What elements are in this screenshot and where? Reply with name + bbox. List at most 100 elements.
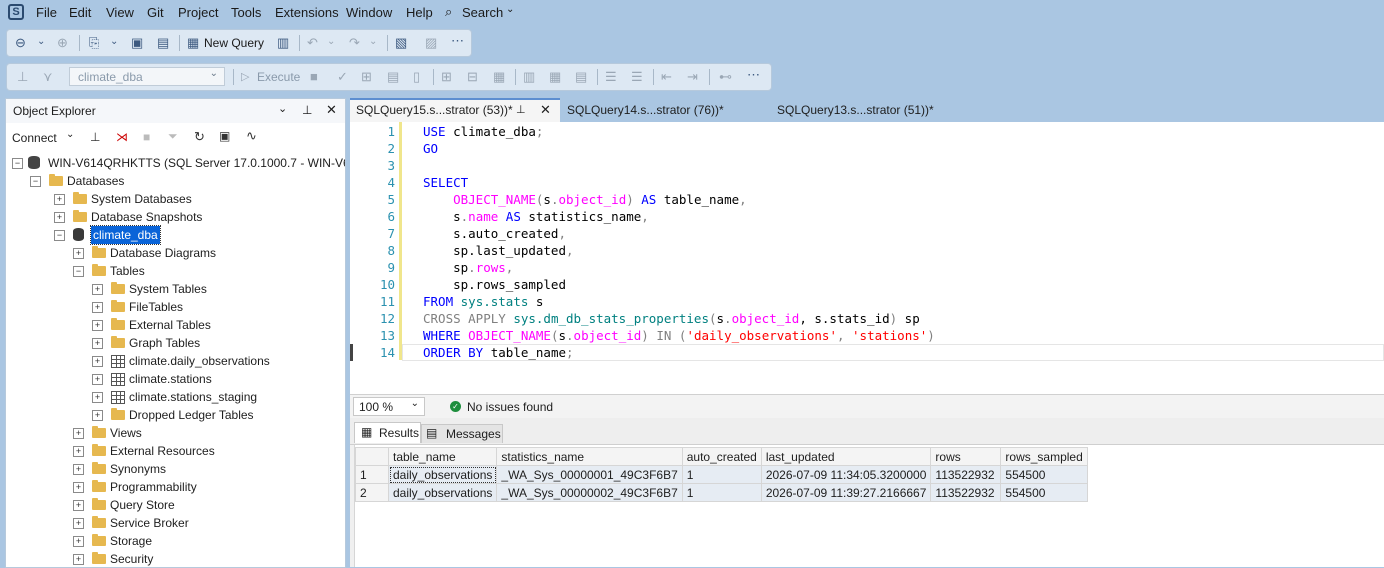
table-cell[interactable]: 2026-07-09 11:39:27.2166667	[760, 483, 932, 502]
results-text-icon[interactable]: ▥	[523, 69, 535, 85]
tree-system-databases[interactable]: + System Databases	[6, 190, 345, 208]
expand-icon[interactable]: +	[73, 248, 84, 259]
menu-file[interactable]: File	[36, 5, 57, 20]
connect-object-icon[interactable]: ⊥	[90, 130, 100, 144]
column-header[interactable]: rows_sampled	[1000, 447, 1088, 466]
activity-monitor-icon[interactable]: ▧	[395, 35, 407, 51]
undo-icon[interactable]: ↶	[307, 35, 318, 51]
results-grid-icon[interactable]: ▦	[549, 69, 561, 85]
tab-sqlquery13[interactable]: SQLQuery13.s...strator (51))*	[770, 98, 980, 122]
tree-graph-tables[interactable]: + Graph Tables	[6, 334, 345, 352]
expand-icon[interactable]: +	[92, 392, 103, 403]
chevron-down-icon[interactable]: ⌄	[37, 34, 45, 50]
column-header[interactable]: rows	[930, 447, 1002, 466]
tree-climate-dba[interactable]: − climate_dba	[6, 225, 345, 245]
column-header[interactable]: table_name	[387, 447, 498, 466]
check-icon[interactable]: ✓	[337, 69, 348, 85]
tree-table-daily-observations[interactable]: + climate.daily_observations	[6, 352, 345, 370]
tree-service-broker[interactable]: + Service Broker	[6, 514, 345, 532]
table-cell[interactable]: daily_observations	[387, 465, 498, 484]
search-menu[interactable]: Search	[462, 5, 503, 20]
tab-messages[interactable]: ▤ Messages	[421, 424, 503, 443]
client-stats-icon[interactable]: ▦	[493, 69, 505, 85]
intellisense-icon[interactable]: ▯	[413, 69, 420, 85]
tree-storage[interactable]: + Storage	[6, 532, 345, 550]
filter-icon[interactable]: ⏷	[168, 129, 178, 144]
tree-programmability[interactable]: + Programmability	[6, 478, 345, 496]
uncomment-icon[interactable]: ☰	[631, 69, 643, 85]
tree-system-tables[interactable]: + System Tables	[6, 280, 345, 298]
pin-icon[interactable]: ⊥	[302, 103, 312, 117]
collapse-icon[interactable]: −	[30, 176, 41, 187]
menu-project[interactable]: Project	[178, 5, 218, 20]
expand-icon[interactable]: +	[73, 518, 84, 529]
row-number[interactable]: 2	[355, 483, 389, 502]
expand-icon[interactable]: +	[54, 212, 65, 223]
tree-external-tables[interactable]: + External Tables	[6, 316, 345, 334]
summary-icon[interactable]: ▣	[219, 129, 230, 143]
table-cell[interactable]: 1	[681, 483, 762, 502]
tree-synonyms[interactable]: + Synonyms	[6, 460, 345, 478]
refresh-icon[interactable]: ↻	[194, 129, 205, 145]
menu-window[interactable]: Window	[346, 5, 392, 20]
expand-icon[interactable]: +	[73, 500, 84, 511]
close-icon[interactable]: ✕	[540, 98, 551, 122]
row-number[interactable]: 1	[355, 465, 389, 484]
tree-query-store[interactable]: + Query Store	[6, 496, 345, 514]
query-file-icon[interactable]: ▥	[277, 35, 289, 51]
expand-icon[interactable]: +	[73, 482, 84, 493]
column-header[interactable]: last_updated	[760, 447, 932, 466]
expand-icon[interactable]: +	[73, 428, 84, 439]
expand-icon[interactable]: +	[73, 536, 84, 547]
close-icon[interactable]: ✕	[326, 102, 337, 118]
indent-icon[interactable]: ⇥	[687, 69, 698, 85]
play-icon[interactable]: ▷	[241, 69, 249, 85]
table-cell[interactable]: _WA_Sys_00000002_49C3F6B7	[496, 483, 683, 502]
activity-icon[interactable]: ∿	[246, 128, 257, 144]
tree-databases[interactable]: − Databases	[6, 172, 345, 190]
table-row[interactable]: 1 daily_observations _WA_Sys_00000001_49…	[355, 465, 1088, 484]
save-all-icon[interactable]: ▤	[157, 35, 169, 51]
pin-icon[interactable]: ⊥	[516, 98, 526, 122]
table-cell[interactable]: 113522932	[930, 465, 1002, 484]
execute-button[interactable]: Execute	[257, 70, 300, 84]
actual-plan-icon[interactable]: ⊞	[441, 69, 452, 85]
save-icon[interactable]: ▣	[131, 35, 143, 51]
expand-icon[interactable]: +	[92, 338, 103, 349]
new-file-icon[interactable]: ⎘	[89, 35, 99, 51]
table-row[interactable]: 2 daily_observations _WA_Sys_00000002_49…	[355, 483, 1088, 502]
zoom-select[interactable]: 100 % ⌄	[353, 397, 425, 416]
table-cell[interactable]: 554500	[1000, 483, 1088, 502]
search-icon[interactable]: ⌕	[445, 4, 452, 20]
expand-icon[interactable]: +	[92, 284, 103, 295]
more-icon[interactable]: ⋯	[747, 67, 760, 83]
collapse-icon[interactable]: −	[54, 230, 65, 241]
expand-icon[interactable]: +	[54, 194, 65, 205]
chevron-down-icon[interactable]: ⌄	[327, 34, 335, 50]
register-server-icon[interactable]: ▨	[425, 35, 437, 51]
expand-icon[interactable]: +	[73, 554, 84, 565]
issues-status[interactable]: No issues found	[467, 400, 553, 414]
sql-editor[interactable]: 1 USE climate_dba; 2 GO 3 4 SELECT 5 OBJECT…	[350, 122, 1384, 394]
menu-edit[interactable]: Edit	[69, 5, 91, 20]
tree-dropped-ledger-tables[interactable]: + Dropped Ledger Tables	[6, 406, 345, 424]
tree-database-snapshots[interactable]: + Database Snapshots	[6, 208, 345, 226]
collapse-icon[interactable]: −	[73, 266, 84, 277]
table-cell[interactable]: 554500	[1000, 465, 1088, 484]
more-icon[interactable]: ⋯	[451, 33, 464, 49]
change-connection-icon[interactable]: ⋎	[43, 69, 53, 85]
column-header[interactable]: statistics_name	[496, 447, 683, 466]
chevron-down-icon[interactable]: ⌄	[66, 129, 74, 140]
tree-database-diagrams[interactable]: + Database Diagrams	[6, 244, 345, 262]
menu-git[interactable]: Git	[147, 5, 164, 20]
tree-filetables[interactable]: + FileTables	[6, 298, 345, 316]
table-cell[interactable]: 113522932	[930, 483, 1002, 502]
outdent-icon[interactable]: ⇤	[661, 69, 672, 85]
redo-icon[interactable]: ↷	[349, 35, 360, 51]
expand-icon[interactable]: +	[92, 356, 103, 367]
tree-table-stations[interactable]: + climate.stations	[6, 370, 345, 388]
disconnect-icon[interactable]: ⋊	[116, 130, 128, 144]
menu-tools[interactable]: Tools	[231, 5, 261, 20]
specify-values-icon[interactable]: ⊷	[719, 69, 732, 85]
expand-icon[interactable]: +	[73, 446, 84, 457]
